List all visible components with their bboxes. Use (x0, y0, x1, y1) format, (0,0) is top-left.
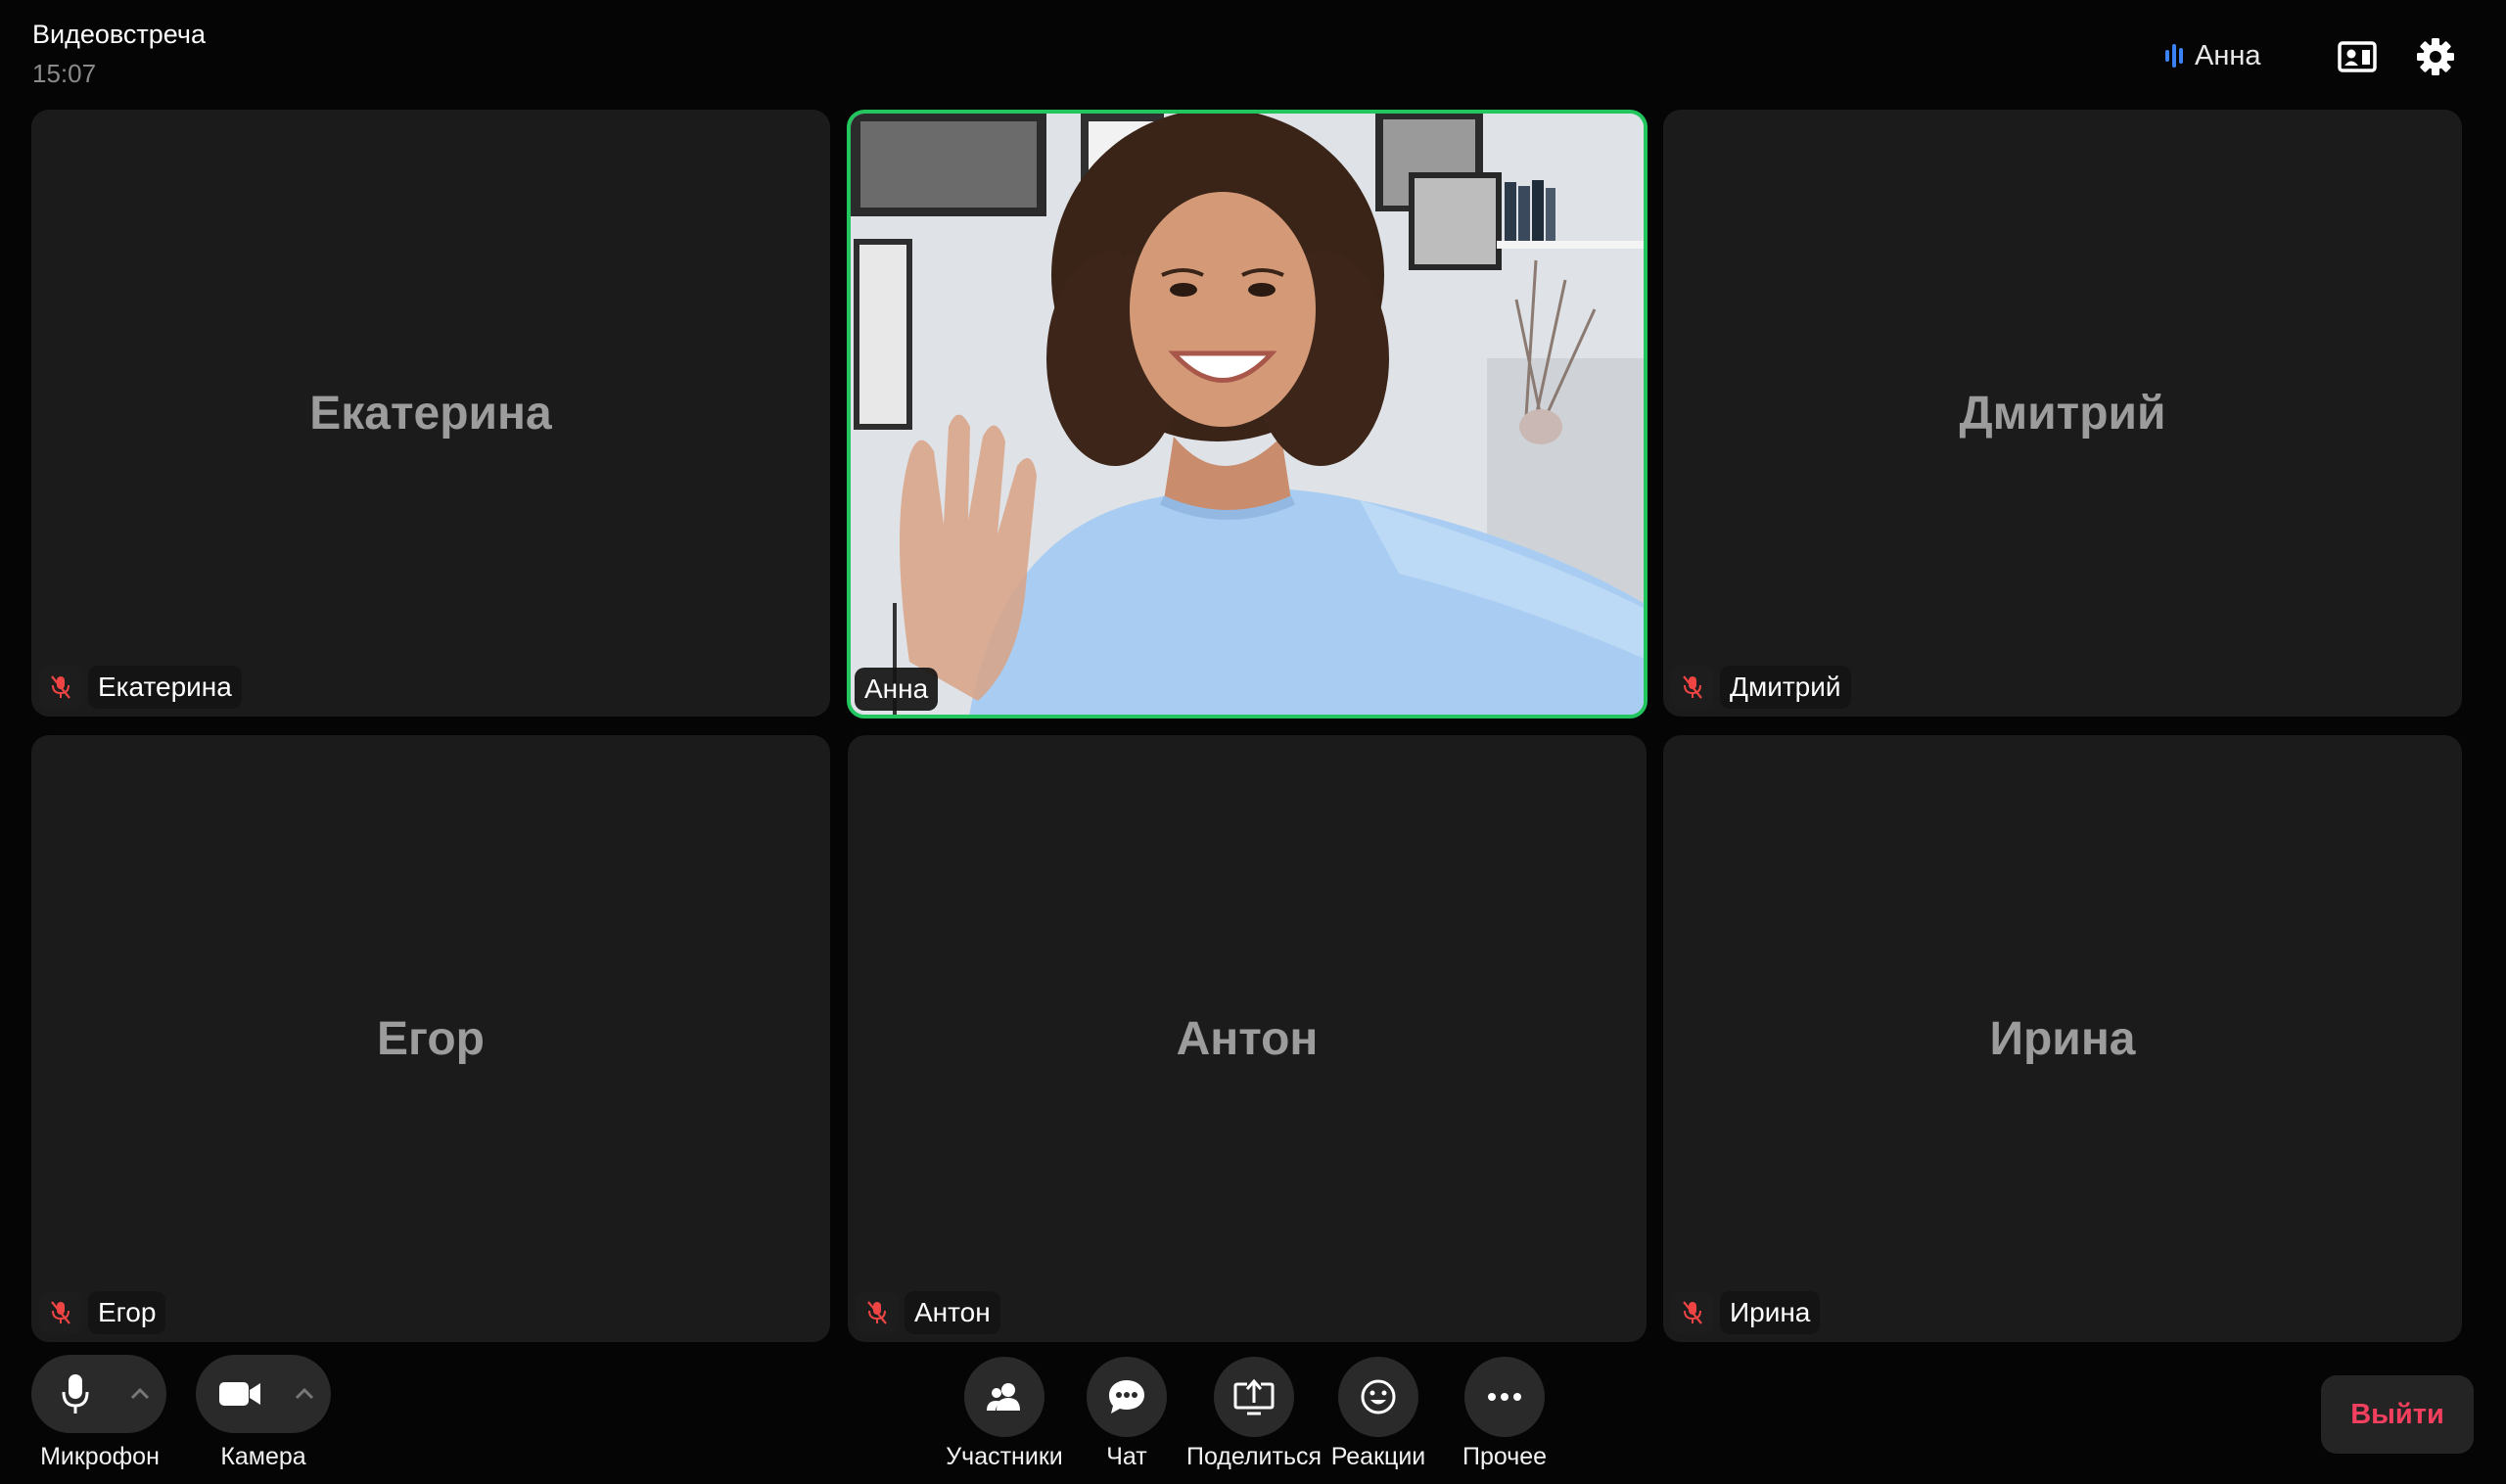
chat-bubble-icon (1109, 1380, 1144, 1414)
participant-name-tag: Антон (856, 1291, 1000, 1334)
microphone-icon (62, 1374, 89, 1414)
participant-name-tag: Егор (39, 1291, 166, 1334)
more-dots-icon (1488, 1393, 1521, 1401)
contact-card-icon (2338, 41, 2377, 72)
microphone-control (31, 1355, 166, 1433)
participant-name-tag: Дмитрий (1671, 666, 1851, 709)
chat-button[interactable] (1087, 1357, 1167, 1437)
participant-name-tag: Екатерина (39, 666, 242, 709)
participant-video (851, 114, 1644, 715)
active-speaker-name: Анна (2195, 39, 2261, 71)
participant-avatar-name: Егор (376, 1012, 485, 1065)
screen-share-icon (1233, 1378, 1275, 1415)
participant-name: Ирина (1720, 1291, 1821, 1334)
mic-off-icon (856, 1291, 899, 1334)
participant-avatar-name: Дмитрий (1959, 387, 2166, 440)
camera-label: Камера (220, 1443, 306, 1470)
meeting-title: Видеовстреча (32, 20, 207, 49)
share-screen-button[interactable] (1214, 1357, 1294, 1437)
gear-icon (2417, 38, 2454, 75)
participant-tile-anna[interactable]: Анна (847, 110, 1647, 719)
chevron-up-icon (130, 1388, 150, 1400)
share-label: Поделиться (1185, 1443, 1323, 1470)
participant-avatar-name: Антон (1176, 1012, 1319, 1065)
participant-name: Екатерина (88, 666, 242, 709)
meeting-time: 15:07 (32, 59, 97, 88)
settings-button[interactable] (2408, 29, 2463, 84)
reactions-label: Реакции (1330, 1443, 1426, 1470)
active-speaker-indicator: Анна (2165, 37, 2261, 74)
camera-toggle-button[interactable] (196, 1355, 284, 1433)
chevron-up-icon (295, 1388, 314, 1400)
participant-avatar-name: Ирина (1989, 1012, 2136, 1065)
more-label: Прочее (1462, 1443, 1548, 1470)
mic-off-icon (1671, 1291, 1714, 1334)
participant-tile-ekaterina[interactable]: Екатерина Екатерина (31, 110, 830, 717)
participant-tile-egor[interactable]: Егор Егор (31, 735, 830, 1342)
camera-control (196, 1355, 331, 1433)
participant-tile-dmitry[interactable]: Дмитрий Дмитрий (1663, 110, 2462, 717)
more-button[interactable] (1464, 1357, 1545, 1437)
layout-button[interactable] (2330, 29, 2385, 84)
participants-label: Участники (946, 1443, 1063, 1470)
microphone-label: Микрофон (40, 1443, 160, 1470)
participants-button[interactable] (964, 1357, 1044, 1437)
participant-avatar-name: Екатерина (309, 387, 552, 440)
audio-wave-icon (2165, 44, 2183, 68)
mic-off-icon (1671, 666, 1714, 709)
participant-name-tag: Анна (855, 668, 939, 711)
video-camera-icon (219, 1382, 260, 1406)
mic-off-icon (39, 1291, 82, 1334)
participant-name-tag: Ирина (1671, 1291, 1821, 1334)
smiley-icon (1361, 1379, 1396, 1414)
camera-options-button[interactable] (282, 1355, 327, 1433)
people-icon (987, 1383, 1020, 1411)
chat-label: Чат (1106, 1443, 1147, 1470)
microphone-toggle-button[interactable] (31, 1355, 119, 1433)
participant-tile-irina[interactable]: Ирина Ирина (1663, 735, 2462, 1342)
microphone-options-button[interactable] (117, 1355, 162, 1433)
participant-name: Дмитрий (1720, 666, 1851, 709)
leave-button[interactable]: Выйти (2321, 1375, 2474, 1454)
participant-name: Антон (905, 1291, 1000, 1334)
video-meeting-app: Видеовстреча 15:07 Анна Екатерина Екатер… (0, 0, 2506, 1484)
participant-tile-anton[interactable]: Антон Антон (848, 735, 1647, 1342)
participant-name: Анна (855, 668, 939, 711)
reactions-button[interactable] (1338, 1357, 1418, 1437)
mic-off-icon (39, 666, 82, 709)
participant-name: Егор (88, 1291, 166, 1334)
